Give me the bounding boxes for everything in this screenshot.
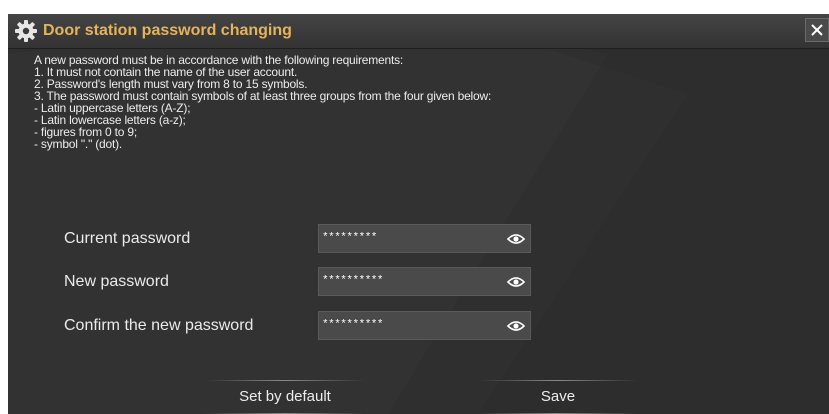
requirement-line: - Latin lowercase letters (a-z); <box>34 113 186 127</box>
current-password-field[interactable]: ********* <box>318 224 531 253</box>
gear-icon <box>15 20 37 42</box>
eye-icon[interactable] <box>506 273 526 291</box>
current-password-value: ********* <box>322 232 377 244</box>
confirm-password-label: Confirm the new password <box>64 317 254 334</box>
new-password-label: New password <box>64 273 169 290</box>
requirement-line: - symbol "." (dot). <box>34 137 123 151</box>
confirm-password-field[interactable]: ********** <box>318 311 531 340</box>
password-requirements: A new password must be in accordance wit… <box>34 54 754 150</box>
eye-icon[interactable] <box>506 317 526 335</box>
close-button[interactable] <box>805 18 829 42</box>
confirm-password-value: ********** <box>322 319 384 331</box>
dialog-title: Door station password changing <box>43 22 292 39</box>
close-icon <box>811 24 823 36</box>
set-by-default-button[interactable]: Set by default <box>205 380 365 414</box>
new-password-value: ********** <box>322 275 384 287</box>
current-password-label: Current password <box>64 230 191 247</box>
password-change-dialog: Door station password changing A new pas… <box>8 14 829 414</box>
requirement-line: - figures from 0 to 9; <box>34 125 137 139</box>
new-password-field[interactable]: ********** <box>318 267 531 296</box>
title-bar: Door station password changing <box>8 14 829 49</box>
eye-icon[interactable] <box>506 230 526 248</box>
save-button[interactable]: Save <box>478 380 638 414</box>
